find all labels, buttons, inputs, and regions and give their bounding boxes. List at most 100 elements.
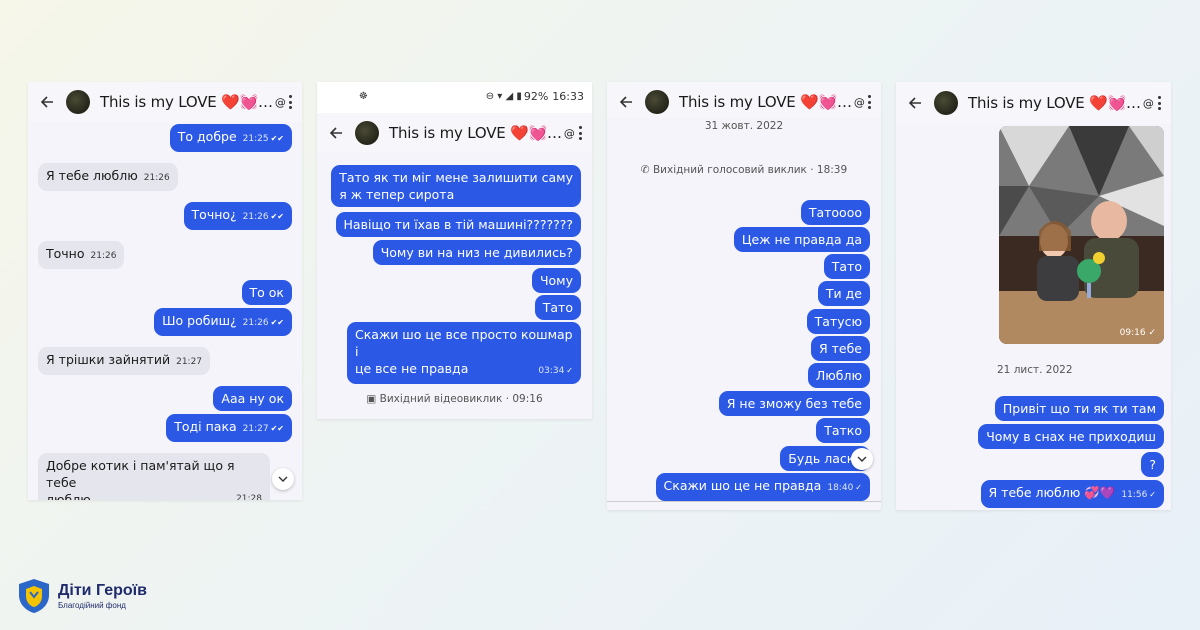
- message-bubble: То ок: [241, 280, 292, 305]
- message-text: Шо робиш¿: [162, 313, 237, 328]
- message-bubble: ?: [1141, 452, 1164, 477]
- message-time: 21:26: [90, 251, 117, 261]
- chat-body: 31 жовт. 2022 ✆ Вихідний голосовий викли…: [607, 118, 881, 510]
- chat-body: 09:16 ✓ 21 лист. 2022 Привіт що ти як ти…: [896, 124, 1171, 510]
- chat-body: То добре 21:25 ✔✔ Я тебе люблю 21:26 Точно¿…: [28, 122, 302, 500]
- avatar[interactable]: [645, 90, 669, 114]
- chat-title: This is my LOVE ❤️💓…: [100, 93, 273, 111]
- photo-time: 09:16 ✓: [1119, 328, 1156, 338]
- message-bubble: Навіщо ти їхав в тій машині???????: [335, 212, 581, 237]
- message-bubble: Я тебе люблю 💞💜 11:56 ✓: [980, 480, 1164, 508]
- scroll-down-button[interactable]: [272, 468, 294, 490]
- back-arrow-icon[interactable]: [36, 95, 58, 109]
- brand-subtitle: Благодійний фонд: [58, 601, 126, 610]
- video-call-notice: ▣ Вихідний відеовиклик · 09:16: [317, 393, 592, 405]
- chat-body: Тато як ти міг мене залишити саму я ж те…: [317, 153, 592, 419]
- call-text: Вихідний голосовий виклик · 18:39: [652, 164, 848, 176]
- chat-screenshot-3: This is my LOVE ❤️💓… @ 31 жовт. 2022 ✆ В…: [607, 82, 881, 510]
- message-text: Ти де: [825, 286, 862, 301]
- message-bubble: Точно¿ 21:26 ✔✔: [183, 202, 292, 230]
- message-bubble: Ааа ну ок: [213, 386, 292, 411]
- message-bubble: Чому ви на низ не дивились?: [372, 240, 581, 265]
- photo-image: [999, 126, 1164, 344]
- message-text: Я тебе люблю 💞💜: [988, 485, 1116, 500]
- more-menu-icon[interactable]: [867, 95, 871, 109]
- message-bubble: Добре котик і пам'ятай що я тебе люблю 21…: [38, 453, 270, 500]
- brand-name: Діти Героїв: [58, 582, 147, 599]
- message-bubble: Шо робиш¿ 21:26 ✔✔: [154, 308, 292, 336]
- message-bubble: Точно 21:26: [38, 241, 125, 269]
- message-bubble: Тато: [534, 295, 581, 320]
- message-text: ?: [1149, 457, 1156, 472]
- avatar[interactable]: [66, 90, 90, 114]
- message-time: 21:26: [242, 212, 269, 222]
- message-bubble: Я тебе люблю 21:26: [38, 163, 178, 191]
- message-text: Тоді пака: [174, 419, 237, 434]
- back-arrow-icon[interactable]: [904, 96, 926, 110]
- message-text: Татусю: [814, 314, 862, 329]
- message-time: 18:40: [827, 483, 854, 493]
- message-text-line: це все не правда: [355, 361, 469, 376]
- message-text: Навіщо ти їхав в тій машині???????: [343, 217, 573, 232]
- message-time: 03:34: [538, 366, 565, 376]
- back-arrow-icon[interactable]: [325, 126, 347, 140]
- message-bubble: То добре 21:25 ✔✔: [169, 124, 292, 152]
- status-icons: ⊖ ▾ ◢ ▮: [485, 90, 522, 102]
- message-text-line: Тато як ти міг мене залишити саму: [339, 170, 573, 185]
- mention-icon: @: [563, 126, 575, 140]
- message-bubble: Татусю: [806, 309, 870, 334]
- message-time: 21:27: [242, 424, 269, 434]
- message-text: Татоооо: [808, 205, 862, 220]
- message-time: 21:27: [176, 357, 203, 367]
- message-text: Я тебе люблю: [46, 168, 138, 183]
- message-text: Ааа ну ок: [221, 391, 284, 406]
- message-bubble: Привіт що ти як ти там: [994, 396, 1164, 421]
- chat-title: This is my LOVE ❤️💓…: [679, 93, 852, 111]
- photo-message[interactable]: 09:16 ✓: [999, 126, 1164, 344]
- chat-title: This is my LOVE ❤️💓…: [968, 94, 1141, 112]
- back-arrow-icon[interactable]: [615, 95, 637, 109]
- android-icon: ☸: [359, 90, 368, 102]
- divider: [607, 501, 881, 502]
- message-time: 21:28: [236, 494, 262, 500]
- message-text: Чому ви на низ не дивились?: [380, 245, 573, 260]
- message-bubble: Люблю: [807, 363, 870, 388]
- message-bubble: Чому в снах не приходиш: [978, 424, 1164, 449]
- clock: 16:33: [552, 89, 584, 103]
- avatar[interactable]: [934, 91, 958, 115]
- chat-screenshot-2: ☸ ⊖ ▾ ◢ ▮ 92% 16:33 This is my LOVE ❤️💓……: [317, 82, 592, 419]
- brand-logo[interactable]: Діти Героїв Благодійний фонд: [18, 578, 147, 614]
- chat-screenshot-4: This is my LOVE ❤️💓… @ 09:16 ✓ 21 лист. …: [896, 82, 1171, 510]
- scroll-down-button[interactable]: [851, 448, 873, 470]
- chat-screenshot-1: This is my LOVE ❤️💓… @ То добре 21:25 ✔✔ Я…: [28, 82, 302, 500]
- message-text: Чому: [539, 273, 573, 288]
- status-bar: ☸ ⊖ ▾ ◢ ▮ 92% 16:33: [317, 82, 592, 110]
- message-bubble: Татоооо: [800, 200, 870, 225]
- message-bubble: Скажи шо це не правда 18:40 ✓: [655, 473, 870, 501]
- message-bubble: Я тебе: [810, 336, 870, 361]
- message-text: Тато: [831, 259, 862, 274]
- chat-header: This is my LOVE ❤️💓… @: [896, 82, 1171, 124]
- message-time: 11:56: [1121, 490, 1148, 500]
- message-bubble: Чому: [531, 268, 581, 293]
- read-check-icon: ✔✔: [270, 134, 284, 143]
- avatar[interactable]: [355, 121, 379, 145]
- more-menu-icon[interactable]: [1157, 96, 1161, 110]
- chevron-down-icon: [857, 456, 867, 462]
- message-bubble: Тато як ти міг мене залишити саму я ж те…: [331, 165, 581, 207]
- message-bubble: Тато: [823, 254, 870, 279]
- more-menu-icon[interactable]: [578, 126, 582, 140]
- message-bubble: Татко: [816, 418, 870, 443]
- message-text: Цеж не правда да: [741, 232, 862, 247]
- message-text: Скажи шо це не правда: [663, 478, 822, 493]
- voice-call-notice: ✆ Вихідний голосовий виклик · 18:39: [607, 164, 881, 176]
- read-check-icon: ✔✔: [270, 424, 284, 433]
- call-text: Вихідний відеовиклик · 09:16: [379, 393, 543, 405]
- chat-header: This is my LOVE ❤️💓… @: [28, 82, 302, 122]
- chat-title: This is my LOVE ❤️💓…: [389, 124, 562, 142]
- more-menu-icon[interactable]: [288, 95, 292, 109]
- sent-check-icon: ✓: [566, 366, 573, 375]
- date-separator: 31 жовт. 2022: [704, 120, 784, 132]
- message-bubble: Ти де: [817, 281, 870, 306]
- message-text: Я не зможу без тебе: [726, 396, 862, 411]
